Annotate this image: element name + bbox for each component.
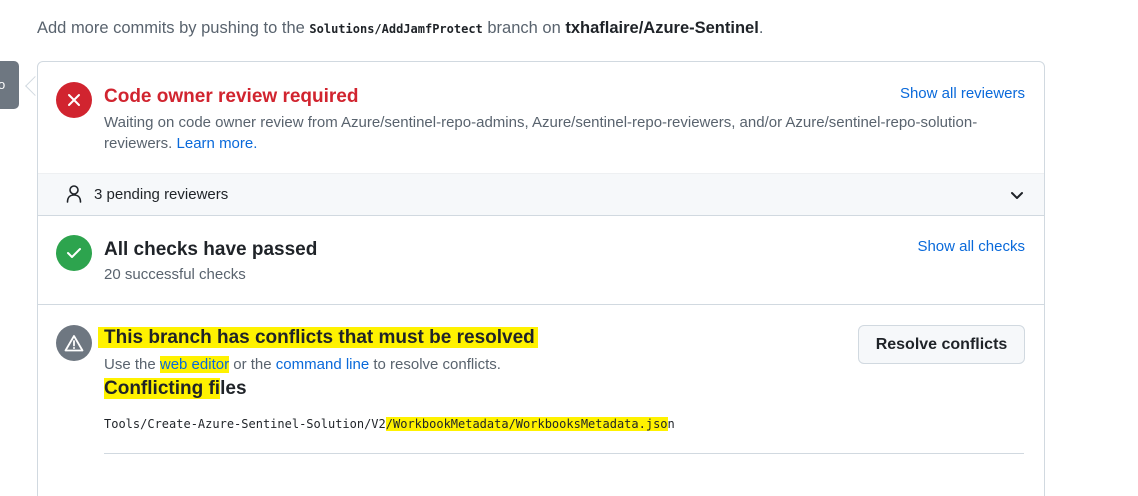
resolve-conflicts-button[interactable]: Resolve conflicts: [858, 325, 1025, 364]
file-list-divider: [104, 453, 1024, 454]
review-description: Waiting on code owner review from Azure/…: [104, 112, 984, 154]
conflicting-files-title: Conflicting files: [104, 378, 247, 400]
checks-subtitle: 20 successful checks: [104, 266, 246, 283]
conflicts-description: Use the web editor or the command line t…: [104, 354, 501, 375]
conflicting-files-title-rest: les: [220, 378, 247, 399]
conflicts-or-the: or the: [229, 356, 276, 373]
x-circle-icon: [56, 82, 92, 118]
conflicts-title: This branch has conflicts that must be r…: [98, 327, 538, 349]
review-title: Code owner review required: [104, 86, 359, 107]
person-icon: [66, 185, 82, 208]
conflicting-files-title-highlighted: Conflicting fi: [104, 378, 221, 399]
alert-icon: [56, 325, 92, 361]
conflicts-to-resolve: to resolve conflicts.: [369, 356, 501, 373]
push-instructions-middle: branch on: [482, 19, 566, 37]
file-path-highlighted: /WorkbookMetadata/WorkbooksMetadata.jso: [385, 417, 668, 431]
checks-title: All checks have passed: [104, 239, 318, 260]
git-commit-icon: o: [0, 77, 6, 92]
conflicts-use-the: Use the: [104, 356, 160, 373]
web-editor-link[interactable]: web editor: [159, 356, 230, 373]
learn-more-link[interactable]: Learn more.: [177, 135, 258, 152]
push-instructions-prefix: Add more commits by pushing to the: [37, 19, 310, 37]
branch-name: Solutions/AddJamfProtect: [309, 22, 483, 36]
pending-reviewers-toggle[interactable]: 3 pending reviewers: [38, 173, 1044, 216]
section-divider: [38, 304, 1044, 305]
pending-reviewers-label: 3 pending reviewers: [94, 186, 229, 203]
side-tab[interactable]: o: [0, 61, 19, 109]
file-path-prefix: Tools/Create-Azure-Sentinel-Solution/V2: [104, 417, 386, 431]
conflicting-file-path[interactable]: Tools/Create-Azure-Sentinel-Solution/V2/…: [104, 417, 675, 431]
conflicts-title-text: This branch has conflicts that must be r…: [98, 327, 538, 348]
push-instructions: Add more commits by pushing to the Solut…: [37, 19, 763, 38]
repo-name[interactable]: txhaflaire/Azure-Sentinel: [565, 19, 758, 37]
file-path-rest: n: [667, 417, 675, 431]
merge-status-panel: Code owner review required Waiting on co…: [37, 61, 1045, 496]
check-circle-icon: [56, 235, 92, 271]
show-all-reviewers-link[interactable]: Show all reviewers: [900, 85, 1025, 102]
chevron-down-icon: [1010, 188, 1024, 206]
show-all-checks-link[interactable]: Show all checks: [917, 238, 1025, 255]
command-line-link[interactable]: command line: [276, 356, 369, 373]
push-instructions-suffix: .: [758, 19, 764, 37]
